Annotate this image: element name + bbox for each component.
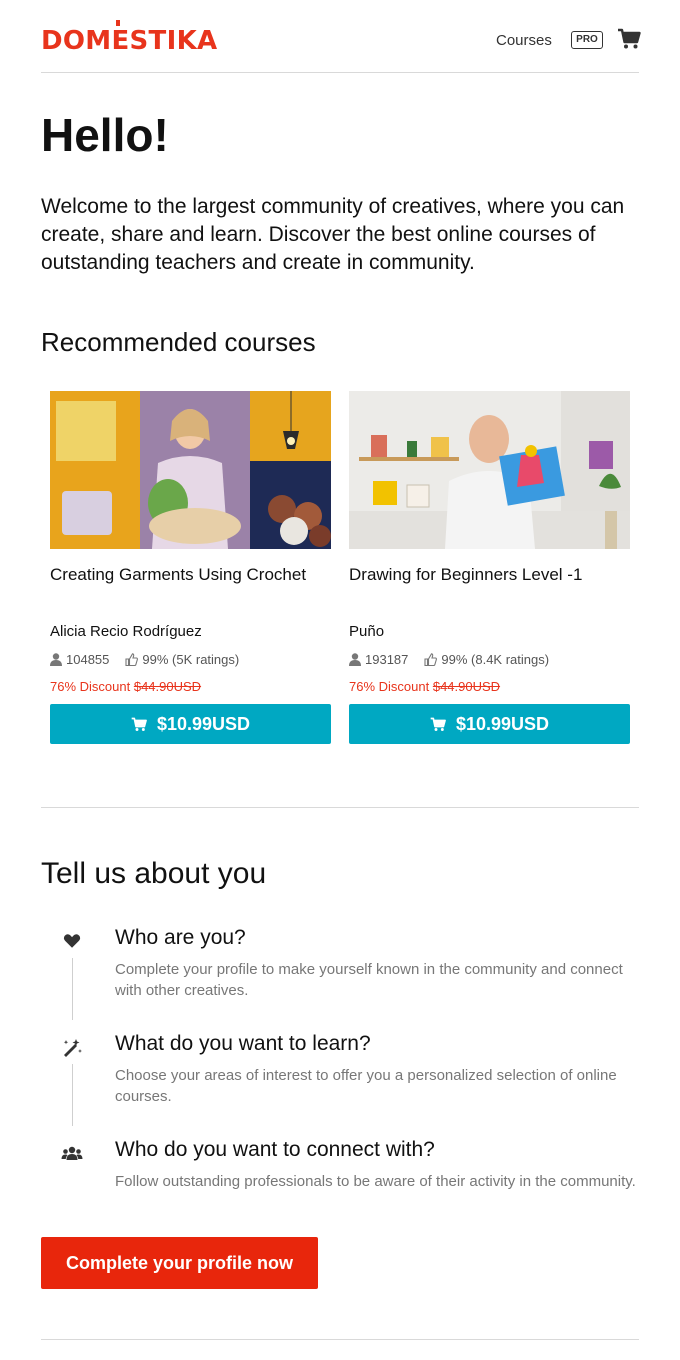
- price-label: $10.99USD: [455, 713, 550, 734]
- step-description: Complete your profile to make yourself k…: [115, 961, 623, 999]
- step-description: Follow outstanding professionals to be a…: [115, 1173, 636, 1190]
- buy-button[interactable]: $10.99USD: [50, 704, 331, 744]
- price-label: $10.99USD: [156, 713, 251, 734]
- students-count: 104855: [66, 652, 110, 667]
- course-teacher[interactable]: Puño: [349, 623, 384, 640]
- section-divider: [41, 807, 639, 808]
- step-connector: [72, 958, 73, 1020]
- course-title[interactable]: Creating Garments Using Crochet: [50, 565, 306, 585]
- cart-icon: [430, 717, 446, 731]
- cart-icon[interactable]: [617, 28, 641, 50]
- header: DOMESTIKA Courses PRO: [41, 0, 641, 73]
- hello-heading: Hello!: [41, 109, 169, 161]
- thumbs-up-icon: [125, 653, 139, 666]
- step-title: Who do you want to connect with?: [115, 1138, 435, 1161]
- user-icon: [349, 653, 361, 666]
- tell-us-title: Tell us about you: [41, 857, 267, 890]
- discount-label: 76% Discount: [50, 679, 131, 694]
- discount-line: 76% Discount $44.90USD: [50, 679, 201, 694]
- nav-courses-link[interactable]: Courses: [496, 32, 552, 49]
- intro-text: Welcome to the largest community of crea…: [41, 195, 625, 274]
- heart-icon: [63, 934, 81, 948]
- course-teacher[interactable]: Alicia Recio Rodríguez: [50, 623, 202, 640]
- step-connector: [72, 1064, 73, 1126]
- course-stats: 193187 99% (8.4K ratings): [349, 652, 549, 667]
- complete-profile-button[interactable]: Complete your profile now: [41, 1237, 318, 1289]
- rating-text: 99% (8.4K ratings): [441, 652, 550, 667]
- course-card[interactable]: Drawing for Beginners Level -1 Puño 1931…: [349, 391, 630, 744]
- old-price: $44.90USD: [432, 679, 501, 694]
- old-price: $44.90USD: [133, 679, 202, 694]
- course-thumbnail-crochet[interactable]: [50, 391, 331, 549]
- domestika-logo[interactable]: DOMESTIKA: [41, 20, 217, 56]
- users-icon: [61, 1146, 83, 1160]
- step-title: Who are you?: [115, 926, 246, 949]
- course-stats: 104855 99% (5K ratings): [50, 652, 239, 667]
- course-title[interactable]: Drawing for Beginners Level -1: [349, 565, 582, 585]
- recommended-courses-title: Recommended courses: [41, 327, 316, 357]
- footer-divider: [41, 1339, 639, 1340]
- rating-text: 99% (5K ratings): [142, 652, 240, 667]
- user-icon: [50, 653, 62, 666]
- buy-button[interactable]: $10.99USD: [349, 704, 630, 744]
- discount-line: 76% Discount $44.90USD: [349, 679, 500, 694]
- discount-label: 76% Discount: [349, 679, 430, 694]
- nav-pro-badge[interactable]: PRO: [571, 31, 603, 49]
- magic-wand-icon: [63, 1039, 82, 1057]
- course-card[interactable]: Creating Garments Using Crochet Alicia R…: [50, 391, 331, 744]
- thumbs-up-icon: [424, 653, 438, 666]
- students-count: 193187: [365, 652, 409, 667]
- step-description: Choose your areas of interest to offer y…: [115, 1067, 617, 1105]
- cart-icon: [131, 717, 147, 731]
- step-title: What do you want to learn?: [115, 1032, 371, 1055]
- course-thumbnail-drawing[interactable]: [349, 391, 630, 549]
